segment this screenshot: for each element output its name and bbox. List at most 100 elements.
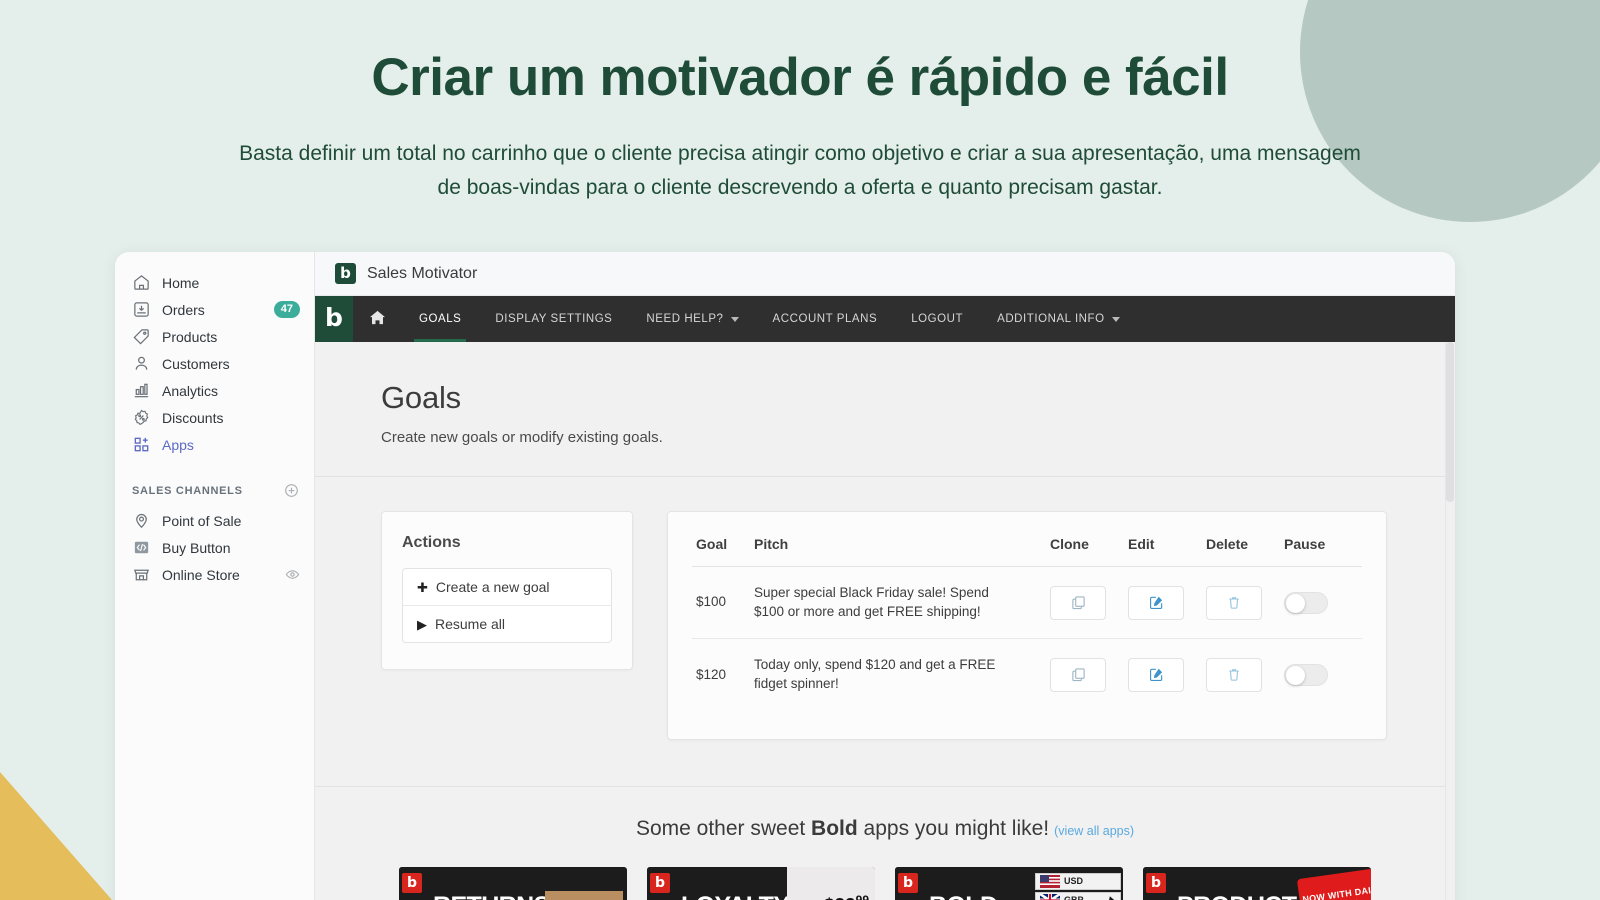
- promo-card-returns[interactable]: b RETURNS: [399, 866, 627, 900]
- action-label: Resume all: [435, 616, 506, 632]
- embedded-app-pane: b Sales Motivator b GOALS DISPLAY SETTIN…: [315, 252, 1455, 900]
- tab-label: ADDITIONAL INFO: [997, 313, 1105, 325]
- edit-button[interactable]: [1128, 585, 1184, 620]
- actions-list: ✚ Create a new goal ▶ Resume all: [402, 568, 612, 643]
- sidebar-item-customers[interactable]: Customers: [115, 350, 314, 377]
- eye-icon[interactable]: [285, 567, 300, 582]
- currency-label: GBP: [1064, 895, 1084, 900]
- point-of-sale-pin-icon: [132, 511, 151, 530]
- sidebar-item-label: Apps: [162, 436, 194, 453]
- pause-toggle[interactable]: [1284, 591, 1328, 614]
- bold-nav-logo-icon[interactable]: b: [315, 296, 353, 342]
- goals-content: Actions ✚ Create a new goal ▶ Resume all: [315, 477, 1455, 740]
- app-name: Sales Motivator: [367, 264, 478, 282]
- sales-channels-title: SALES CHANNELS: [132, 484, 243, 497]
- pencil-square-icon: [1149, 595, 1164, 610]
- tab-need-help[interactable]: NEED HELP?: [629, 296, 755, 342]
- uk-flag-icon: [1039, 892, 1061, 900]
- sidebar-item-label: Online Store: [162, 566, 240, 583]
- discounts-percent-icon: [132, 408, 151, 427]
- sticker-label: NOW WITH DAILY DEALS: [1296, 866, 1371, 900]
- tab-label: ACCOUNT PLANS: [772, 313, 878, 325]
- delete-button[interactable]: [1206, 657, 1262, 692]
- sidebar-item-buy-button[interactable]: Buy Button: [115, 534, 314, 561]
- promo-section: Some other sweet Bold apps you might lik…: [315, 785, 1455, 900]
- tab-home[interactable]: [353, 296, 402, 342]
- tab-goals[interactable]: GOALS: [402, 296, 478, 342]
- tab-account-plans[interactable]: ACCOUNT PLANS: [756, 296, 895, 342]
- promo-heading: Some other sweet Bold apps you might lik…: [315, 817, 1455, 841]
- cell-goal: $100: [692, 566, 754, 640]
- topnav-items: GOALS DISPLAY SETTINGS NEED HELP? ACCOUN…: [353, 296, 1137, 342]
- action-label: Create a new goal: [435, 579, 550, 595]
- online-store-icon: [132, 565, 151, 584]
- sidebar-item-online-store[interactable]: Online Store: [115, 561, 314, 588]
- sales-channels-header: SALES CHANNELS: [115, 483, 314, 498]
- promo-card-title: RETURNS: [425, 894, 550, 900]
- tab-label: GOALS: [419, 313, 462, 325]
- tab-display-settings[interactable]: DISPLAY SETTINGS: [478, 296, 629, 342]
- products-tag-icon: [132, 327, 151, 346]
- clone-button[interactable]: [1050, 585, 1106, 620]
- hero-section: Criar um motivador é rápido e fácil Bast…: [0, 0, 1600, 205]
- table-body: $100 Super special Black Friday sale! Sp…: [692, 566, 1362, 711]
- edit-button[interactable]: [1128, 657, 1184, 692]
- vertical-scrollbar[interactable]: [1445, 342, 1455, 900]
- sidebar-item-products[interactable]: Products: [115, 323, 314, 350]
- promo-text-before: Some other sweet: [635, 816, 812, 840]
- home-icon: [132, 273, 151, 292]
- plus-icon: ✚: [417, 579, 428, 595]
- orders-badge: 47: [273, 300, 300, 319]
- sidebar-item-point-of-sale[interactable]: Point of Sale: [115, 507, 314, 534]
- promo-card-bold-currency[interactable]: b BOLD USD GBP: [895, 866, 1123, 900]
- app-window: Home Orders 47 Products Customers Analyt…: [115, 252, 1455, 900]
- table-row: $100 Super special Black Friday sale! Sp…: [692, 566, 1362, 640]
- sidebar-item-apps[interactable]: Apps: [115, 431, 314, 458]
- goals-table-card: Goal Pitch Clone Edit Delete Pause $100: [667, 511, 1387, 740]
- product-sticker-art: NOW WITH DAILY DEALS: [1283, 866, 1371, 900]
- apps-grid-plus-icon: [132, 435, 151, 454]
- column-pitch: Pitch: [754, 536, 1050, 567]
- bold-badge: b: [895, 866, 921, 900]
- column-clone: Clone: [1050, 536, 1128, 567]
- sidebar-item-label: Home: [162, 274, 200, 291]
- create-new-goal-button[interactable]: ✚ Create a new goal: [403, 569, 611, 605]
- sidebar-item-label: Customers: [162, 355, 230, 372]
- sidebar-item-label: Buy Button: [162, 539, 231, 556]
- app-titlebar: b Sales Motivator: [315, 252, 1455, 296]
- toggle-knob: [1286, 593, 1305, 613]
- promo-text-after: apps you might like!: [857, 816, 1050, 840]
- cell-goal: $120: [696, 666, 727, 682]
- home-solid-icon: [369, 310, 386, 328]
- chevron-down-icon: [730, 316, 739, 322]
- sidebar-item-label: Analytics: [162, 382, 219, 399]
- goals-table: Goal Pitch Clone Edit Delete Pause $100: [692, 536, 1362, 711]
- page-title: Criar um motivador é rápido e fácil: [371, 48, 1229, 107]
- table-row: $120 Today only, spend $120 and get a FR…: [692, 639, 1362, 711]
- scrollbar-thumb[interactable]: [1446, 342, 1454, 502]
- pause-toggle[interactable]: [1284, 663, 1328, 686]
- bold-logo-icon: b: [898, 872, 918, 893]
- promo-card-loyalty[interactable]: b LOYALTY $2999: [647, 866, 875, 900]
- delete-button[interactable]: [1206, 585, 1262, 620]
- cell-pitch: Super special Black Friday sale! Spend $…: [754, 566, 1050, 640]
- sidebar-item-home[interactable]: Home: [115, 269, 314, 296]
- currency-option-usd: USD: [1035, 872, 1121, 890]
- promo-card-title: PRODUCT: [1169, 894, 1297, 900]
- plus-circle-icon[interactable]: [284, 483, 299, 498]
- tab-additional-info[interactable]: ADDITIONAL INFO: [980, 296, 1137, 342]
- view-all-apps-link[interactable]: (view all apps): [1054, 824, 1134, 838]
- actions-title: Actions: [402, 534, 461, 551]
- tab-logout[interactable]: LOGOUT: [894, 296, 980, 342]
- column-delete: Delete: [1206, 536, 1284, 567]
- bold-logo-icon: b: [650, 872, 670, 893]
- sidebar-item-discounts[interactable]: Discounts: [115, 404, 314, 431]
- clone-button[interactable]: [1050, 657, 1106, 692]
- currency-selector-art: USD GBP: [1035, 867, 1123, 900]
- resume-all-button[interactable]: ▶ Resume all: [403, 605, 611, 642]
- sidebar-item-orders[interactable]: Orders 47: [115, 296, 314, 323]
- play-icon: ▶: [417, 616, 427, 632]
- copy-icon: [1071, 595, 1086, 610]
- promo-card-product[interactable]: b PRODUCT NOW WITH DAILY DEALS: [1143, 866, 1371, 900]
- sidebar-item-analytics[interactable]: Analytics: [115, 377, 314, 404]
